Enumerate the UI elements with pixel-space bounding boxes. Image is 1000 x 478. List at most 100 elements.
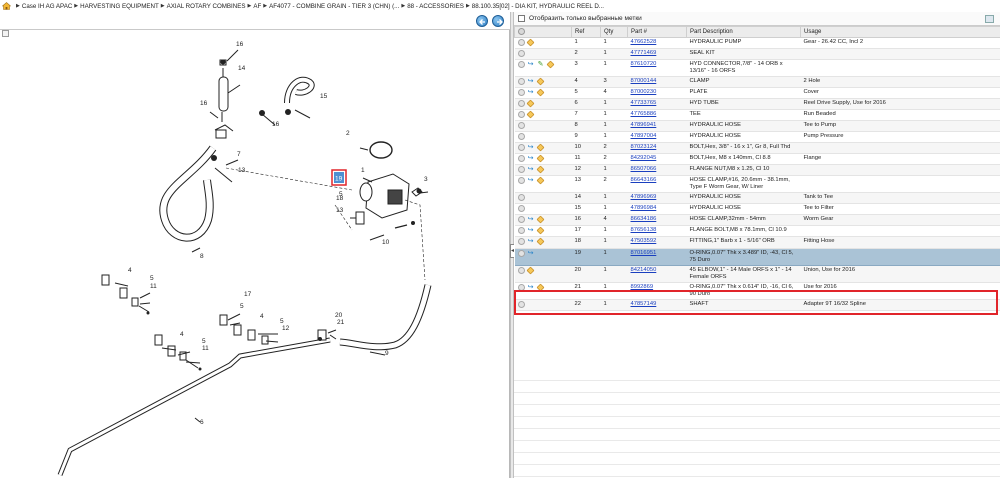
part-number-link[interactable]: 47857149 [631,301,657,307]
row-part-number[interactable]: 47765886 [627,109,687,122]
next-diagram-button[interactable] [492,15,504,27]
part-number-link[interactable]: 86634186 [631,216,657,222]
callout-label[interactable]: 8 [200,253,204,260]
table-row[interactable]: ↪ 11 2 84292045 BOLT,Hex, M8 x 140mm, Cl 8.8… [514,153,1000,166]
table-row[interactable]: 2 1 47771469 SEAL KIT [514,48,1000,61]
table-row[interactable]: 15 1 47896984 HYDRAULIC HOSE Tee to Filter [514,203,1000,216]
row-part-number[interactable]: 47771469 [627,48,687,61]
part-info-icon[interactable] [536,154,544,163]
callout-label[interactable]: 10 [382,239,390,246]
part-number-link[interactable]: 47897004 [631,133,657,139]
part-number-link[interactable]: 87000230 [631,89,657,95]
column-header-ref[interactable]: Ref [571,26,601,38]
add-to-cart-icon[interactable] [517,155,525,163]
part-number-link[interactable]: 87610720 [631,61,657,67]
part-number-link[interactable]: 86643166 [631,177,657,183]
substitute-icon[interactable]: ↪ [527,61,535,68]
callout-label[interactable]: 3 [424,176,428,183]
table-row[interactable]: ↪ 17 1 87656138 FLANGE BOLT,M8 x 78.1mm, Cl … [514,225,1000,238]
add-to-cart-icon[interactable] [517,50,525,58]
part-info-icon[interactable] [536,143,544,152]
table-row[interactable]: 1 1 47662528 HYDRAULIC PUMP Gear - 26.42 CC,… [514,37,1000,50]
substitute-icon[interactable]: ↪ [527,89,535,96]
table-row[interactable]: ↪ 10 2 87023124 BOLT,Hex, 3/8" - 16 x 1", Gr… [514,142,1000,155]
callout-label[interactable]: 20 [335,312,343,319]
add-to-cart-icon[interactable] [517,194,525,202]
callout-label[interactable]: 14 [238,65,246,72]
part-number-link[interactable]: 86507066 [631,166,657,172]
column-header-usage[interactable]: Usage [800,26,1000,38]
substitute-icon[interactable]: ↪ [527,216,535,223]
table-row[interactable]: ↪ 18 1 47503592 FITTING,1" Barb x 1 - 5/16" … [514,236,1000,249]
substitute-icon[interactable]: ↪ [527,155,535,162]
callout-label[interactable]: 5 [280,318,284,325]
part-info-icon[interactable] [526,38,534,47]
callout-label[interactable]: 17 [244,291,252,298]
part-number-link[interactable]: 47503592 [631,238,657,244]
export-icon[interactable] [985,15,994,23]
row-part-number[interactable]: 47503592 [627,236,687,249]
callout-label[interactable]: 11 [150,283,157,290]
add-to-cart-icon[interactable] [517,283,525,291]
callout-label[interactable]: 4 [180,331,184,338]
part-info-icon[interactable] [536,176,544,185]
substitute-icon[interactable]: ↪ [527,78,535,85]
add-to-cart-icon[interactable] [517,122,525,130]
table-row[interactable]: ↪ 21 1 8992869 O-RING,0.07" Thk x 0.614" ID,… [514,282,1000,300]
add-to-cart-icon[interactable] [517,39,525,46]
part-info-icon[interactable] [536,215,544,224]
part-info-icon[interactable] [536,88,544,97]
row-part-number[interactable]: 8992869 [627,282,687,300]
substitute-icon[interactable]: ↪ [527,238,535,245]
row-part-number[interactable]: 86507066 [627,164,687,177]
column-header-part-number[interactable]: Part # [627,26,687,38]
part-number-link[interactable]: 47733765 [631,100,657,106]
row-part-number[interactable]: 86634186 [627,214,687,227]
table-row[interactable]: ↪ 5 4 87000230 PLATE Cover [514,87,1000,100]
part-number-link[interactable]: 47896969 [631,194,657,200]
row-part-number[interactable]: 87610720 [627,59,687,78]
add-to-cart-icon[interactable] [517,177,525,185]
table-row[interactable]: ↪ 13 2 86643166 HOSE CLAMP,#16, 20.6mm - 38.… [514,175,1000,194]
add-to-cart-icon[interactable] [517,133,525,141]
add-to-cart-icon[interactable] [517,111,525,119]
row-part-number[interactable]: 84292045 [627,153,687,166]
part-info-icon[interactable] [536,283,544,291]
add-to-cart-icon[interactable] [517,205,525,213]
callout-label[interactable]: 15 [320,93,328,100]
callout-label[interactable]: 13 [336,207,344,214]
callout-label[interactable]: 21 [337,319,345,326]
table-row[interactable]: ↪ 12 1 86507066 FLANGE NUT,M8 x 1.25, Cl 10 [514,164,1000,177]
row-part-number[interactable]: 47896984 [627,203,687,216]
substitute-icon[interactable]: ↪ [527,227,535,234]
substitute-icon[interactable]: ↪ [527,284,535,291]
add-to-cart-icon[interactable] [517,61,525,69]
part-number-link[interactable]: 47662528 [631,39,657,45]
add-to-cart-icon[interactable] [517,249,525,257]
part-number-link[interactable]: 87000144 [631,78,657,84]
part-info-icon[interactable] [526,266,534,274]
show-selected-only-checkbox[interactable] [518,15,525,22]
part-info-icon[interactable] [536,165,544,174]
part-number-link[interactable]: 47896984 [631,205,657,211]
add-to-cart-icon[interactable] [517,227,525,235]
row-part-number[interactable]: 87656138 [627,225,687,238]
substitute-icon[interactable]: ↪ [527,144,535,151]
row-part-number[interactable]: 87000230 [627,87,687,100]
table-row[interactable]: 20 1 84214050 45 ELBOW,1" - 14 Male ORFS x … [514,265,1000,283]
callout-label[interactable]: 4 [128,267,132,274]
row-part-number[interactable]: 47733765 [627,98,687,111]
part-info-icon[interactable] [546,60,554,69]
substitute-icon[interactable]: ↪ [527,166,535,173]
part-number-link[interactable]: 87023124 [631,144,657,150]
table-row[interactable]: 9 1 47897004 HYDRAULIC HOSE Pump Pressure [514,131,1000,144]
part-info-icon[interactable] [536,77,544,86]
part-number-link[interactable]: 47771469 [631,50,657,56]
add-to-cart-icon[interactable] [517,216,525,224]
breadcrumb-item-brand[interactable]: Case IH AG APAC [22,3,72,10]
row-part-number[interactable]: 86643166 [627,175,687,194]
add-to-cart-icon[interactable] [517,89,525,97]
part-info-icon[interactable] [536,238,544,246]
part-number-link[interactable]: 87656138 [631,227,657,233]
table-row[interactable]: ↪ 16 4 86634186 HOSE CLAMP,32mm - 54mm Worm G… [514,214,1000,227]
